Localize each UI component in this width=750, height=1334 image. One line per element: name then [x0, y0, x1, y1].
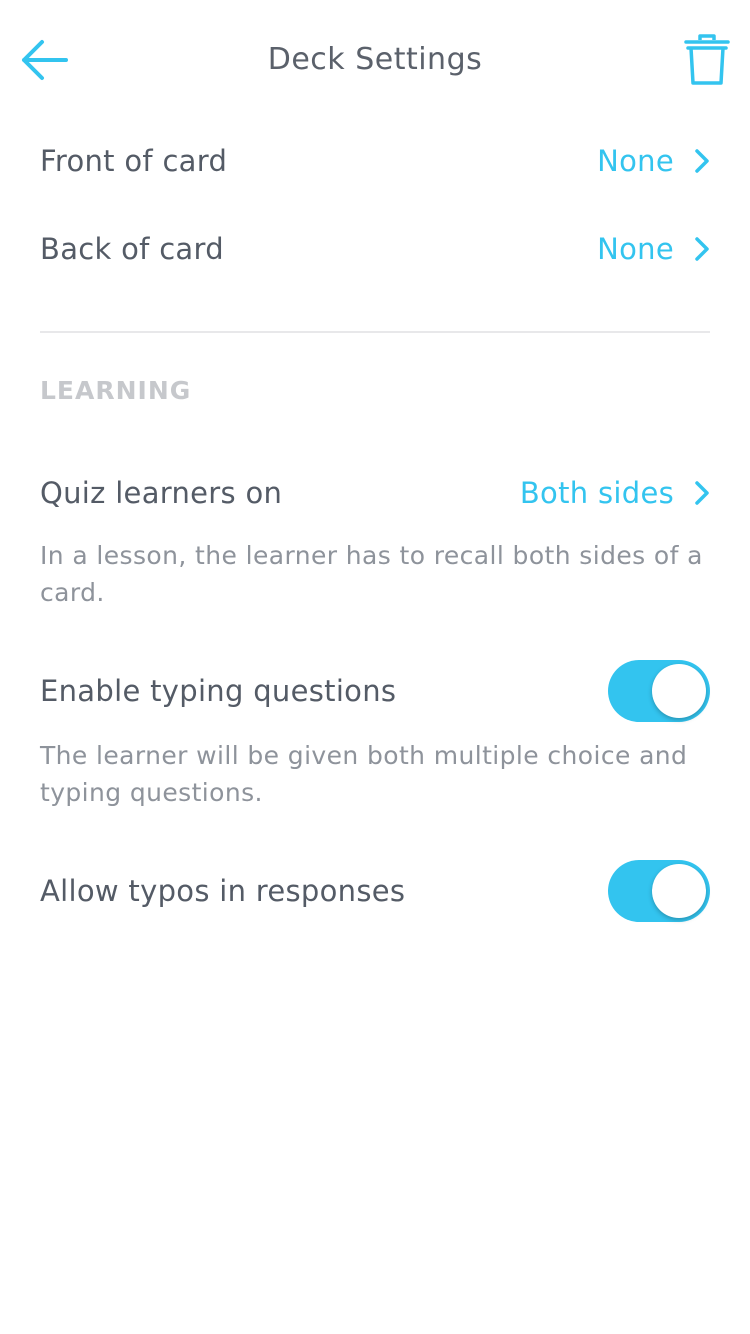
typing-questions-description: The learner will be given both multiple …	[40, 741, 688, 807]
allow-typos-label: Allow typos in responses	[40, 874, 406, 908]
nav-bar: Deck Settings	[0, 0, 750, 120]
delete-deck-button[interactable]	[684, 34, 730, 86]
quiz-learners-value: Both sides	[519, 476, 674, 510]
chevron-right-icon	[695, 481, 709, 505]
learning-section-header: LEARNING	[40, 376, 192, 405]
trash-icon	[684, 34, 730, 85]
chevron-right-icon	[695, 149, 709, 173]
section-divider	[40, 331, 710, 333]
toggle-knob	[652, 664, 706, 718]
back-of-card-label: Back of card	[40, 232, 224, 266]
allow-typos-row: Allow typos in responses	[40, 860, 710, 922]
typing-questions-label: Enable typing questions	[40, 674, 397, 708]
quiz-learners-selector[interactable]: Both sides	[520, 476, 710, 510]
typing-questions-row: Enable typing questions	[40, 660, 710, 722]
front-of-card-value: None	[597, 144, 674, 178]
page-title: Deck Settings	[267, 42, 483, 77]
allow-typos-toggle[interactable]	[608, 860, 710, 922]
back-of-card-selector[interactable]: None	[597, 232, 710, 266]
toggle-knob	[652, 864, 706, 918]
quiz-learners-description: In a lesson, the learner has to recall b…	[40, 541, 703, 607]
front-of-card-label: Front of card	[40, 144, 228, 178]
back-of-card-value: None	[597, 232, 674, 266]
quiz-learners-label: Quiz learners on	[40, 476, 283, 510]
front-of-card-row[interactable]: Front of card None	[40, 131, 710, 191]
back-of-card-row[interactable]: Back of card None	[40, 219, 710, 279]
quiz-learners-row[interactable]: Quiz learners on Both sides	[40, 463, 710, 523]
front-of-card-selector[interactable]: None	[597, 144, 710, 178]
typing-questions-toggle[interactable]	[608, 660, 710, 722]
chevron-right-icon	[695, 237, 709, 261]
